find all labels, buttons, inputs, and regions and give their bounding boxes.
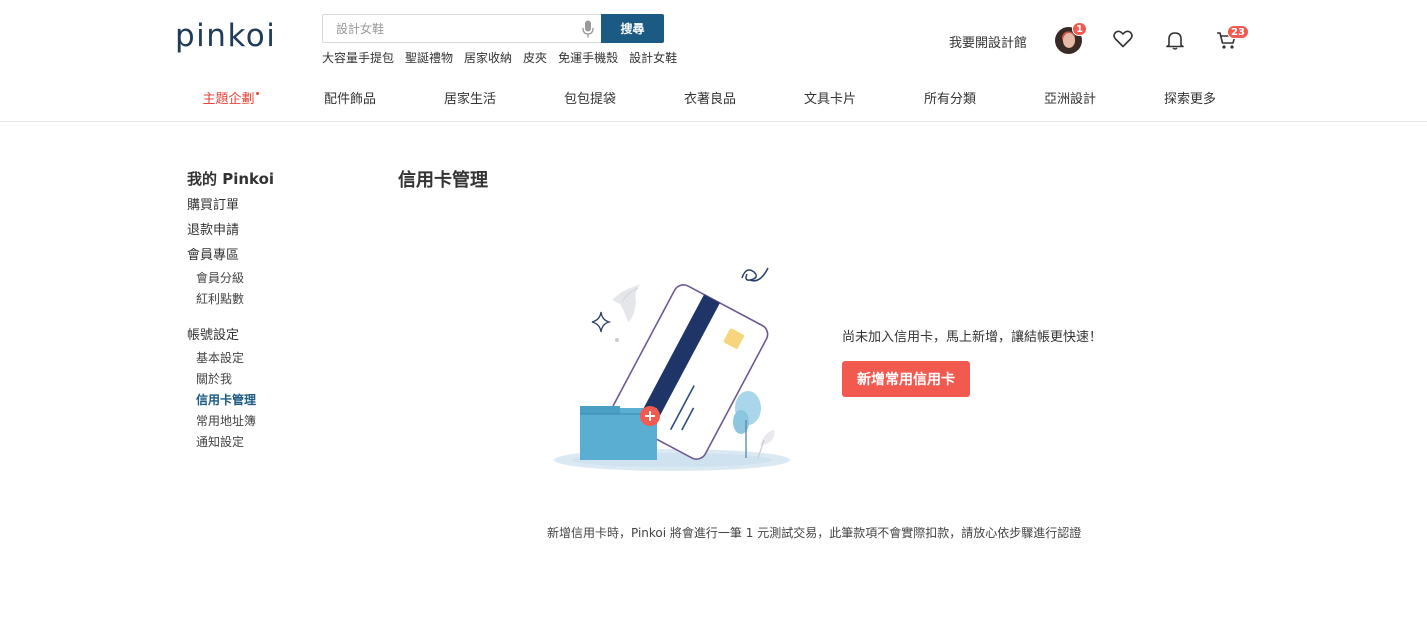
nav-item-asia-design[interactable]: 亞洲設計 xyxy=(1010,86,1130,114)
open-shop-link[interactable]: 我要開設計館 xyxy=(949,32,1027,51)
hot-tag[interactable]: 大容量手提包 xyxy=(322,50,394,66)
search-input[interactable] xyxy=(323,15,573,42)
sidebar-item-refunds[interactable]: 退款申請 xyxy=(187,218,337,243)
heart-icon[interactable] xyxy=(1113,30,1133,48)
sidebar-item-about-me[interactable]: 關於我 xyxy=(187,369,337,390)
hot-tag[interactable]: 設計女鞋 xyxy=(629,50,677,66)
account-sidebar: 我的 Pinkoi 購買訂單 退款申請 會員專區 會員分級 紅利點數 帳號設定 … xyxy=(187,168,337,453)
nav-item-stationery[interactable]: 文具卡片 xyxy=(770,86,890,114)
hot-tag[interactable]: 聖誕禮物 xyxy=(405,50,453,66)
sidebar-item-orders[interactable]: 購買訂單 xyxy=(187,193,337,218)
nav-item-accessories[interactable]: 配件飾品 xyxy=(290,86,410,114)
sidebar-item-notification-settings[interactable]: 通知設定 xyxy=(187,432,337,453)
credit-card-illustration xyxy=(554,267,790,471)
category-nav: 主題企劃 配件飾品 居家生活 包包提袋 衣著良品 文具卡片 所有分類 亞洲設計 … xyxy=(170,86,1250,114)
microphone-icon[interactable] xyxy=(582,20,594,38)
sidebar-item-bonus-points[interactable]: 紅利點數 xyxy=(187,289,337,310)
add-credit-card-button[interactable]: 新增常用信用卡 xyxy=(842,361,970,397)
verification-note: 新增信用卡時，Pinkoi 將會進行一筆 1 元測試交易，此筆款項不會實際扣款，… xyxy=(547,526,1082,540)
hot-search-tags: 大容量手提包 聖誕禮物 居家收納 皮夾 免運手機殼 設計女鞋 xyxy=(322,50,688,66)
cart-count-badge: 23 xyxy=(1227,25,1249,39)
search-box xyxy=(322,14,602,43)
sidebar-item-address-book[interactable]: 常用地址簿 xyxy=(187,411,337,432)
search-button[interactable]: 搜尋 xyxy=(601,14,664,43)
bell-icon[interactable] xyxy=(1165,30,1185,50)
nav-item-theme[interactable]: 主題企劃 xyxy=(170,86,290,114)
hot-tag[interactable]: 免運手機殼 xyxy=(558,50,618,66)
empty-state-message: 尚未加入信用卡，馬上新增，讓結帳更快速！ xyxy=(842,330,1103,345)
sidebar-item-credit-cards[interactable]: 信用卡管理 xyxy=(187,390,337,411)
sidebar-item-membership[interactable]: 會員專區 xyxy=(187,243,337,268)
page-title: 信用卡管理 xyxy=(398,170,488,191)
sidebar-item-basic-settings[interactable]: 基本設定 xyxy=(187,348,337,369)
sidebar-item-account-settings[interactable]: 帳號設定 xyxy=(187,323,337,348)
pinkoi-logo[interactable]: pinkoi xyxy=(175,14,276,58)
notification-badge: 1 xyxy=(1072,22,1087,36)
nav-item-label: 主題企劃 xyxy=(202,92,255,107)
hot-tag[interactable]: 皮夾 xyxy=(523,50,547,66)
nav-item-all-categories[interactable]: 所有分類 xyxy=(890,86,1010,114)
nav-item-bags[interactable]: 包包提袋 xyxy=(530,86,650,114)
sidebar-title: 我的 Pinkoi xyxy=(187,170,275,188)
nav-item-clothing[interactable]: 衣著良品 xyxy=(650,86,770,114)
new-dot-icon xyxy=(255,92,259,95)
nav-item-home[interactable]: 居家生活 xyxy=(410,86,530,114)
sidebar-item-member-level[interactable]: 會員分級 xyxy=(187,268,337,289)
avatar-face xyxy=(1063,33,1075,48)
site-header: pinkoi 搜尋 大容量手提包 聖誕禮物 居家收納 皮夾 免運手機殼 設計女鞋… xyxy=(0,0,1427,122)
hot-tag[interactable]: 居家收納 xyxy=(464,50,512,66)
nav-item-explore[interactable]: 探索更多 xyxy=(1130,86,1250,114)
